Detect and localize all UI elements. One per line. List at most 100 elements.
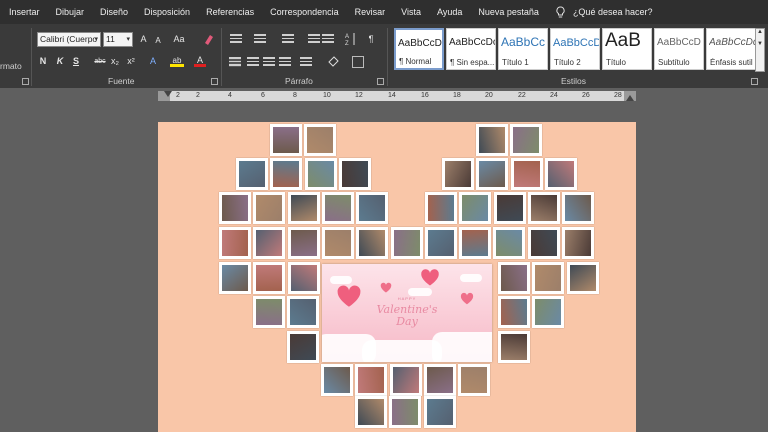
collage-photo[interactable] (424, 227, 457, 259)
collage-photo[interactable] (562, 192, 595, 224)
collage-photo[interactable] (532, 262, 565, 294)
collage-photo[interactable] (562, 227, 594, 259)
collage-photo[interactable] (390, 227, 423, 259)
tell-me-box[interactable]: ¿Qué desea hacer? (555, 5, 653, 19)
collage-photo[interactable] (219, 227, 251, 259)
collage-photo[interactable] (459, 227, 492, 259)
collage-photo[interactable] (270, 158, 303, 190)
collage-photo[interactable] (253, 262, 286, 294)
tab-insertar[interactable]: Insertar (0, 0, 48, 24)
collage-photo[interactable] (389, 396, 422, 428)
tab-vista[interactable]: Vista (393, 0, 429, 24)
tab-nueva-pestana[interactable]: Nueva pestaña (470, 0, 547, 24)
collage-photo[interactable] (425, 192, 457, 224)
increase-indent-icon[interactable] (322, 34, 334, 44)
line-spacing-icon[interactable] (300, 57, 312, 67)
collage-photo[interactable] (338, 158, 371, 190)
style-subtitle[interactable]: AaBbCcD Subtítulo (654, 28, 704, 70)
tab-diseno[interactable]: Diseño (92, 0, 136, 24)
styles-launcher-icon[interactable] (751, 78, 758, 85)
text-effects-button[interactable]: A (147, 55, 159, 68)
collage-photo[interactable] (253, 227, 286, 259)
font-launcher-icon[interactable] (211, 78, 218, 85)
borders-icon[interactable] (352, 56, 364, 68)
strikethrough-button[interactable]: abc (93, 55, 107, 68)
change-case-button[interactable]: Aa (171, 33, 187, 46)
collage-photo[interactable] (498, 331, 530, 363)
bold-button[interactable]: N (38, 55, 48, 68)
styles-scroll[interactable]: ▲ ▼ (755, 28, 765, 72)
tab-dibujar[interactable]: Dibujar (48, 0, 93, 24)
collage-photo[interactable] (510, 158, 543, 190)
font-color-button[interactable]: A (194, 54, 206, 67)
style-title[interactable]: AaB Título (602, 28, 652, 70)
collage-photo[interactable] (356, 227, 389, 259)
style-subtle-emphasis[interactable]: AaBbCcDc Énfasis sutil (706, 28, 756, 70)
collage-photo[interactable] (270, 124, 302, 156)
collage-photo[interactable] (544, 158, 577, 190)
horizontal-ruler[interactable]: 2 2 4 6 8 10 12 14 16 18 20 22 24 26 28 (158, 91, 636, 101)
multilevel-list-icon[interactable] (282, 34, 294, 44)
collage-photo[interactable] (389, 364, 422, 396)
clipboard-launcher-icon[interactable] (22, 78, 29, 85)
tab-correspondencia[interactable]: Correspondencia (262, 0, 347, 24)
underline-button[interactable]: S (71, 55, 81, 68)
collage-photo[interactable] (532, 296, 565, 328)
align-left-icon[interactable] (229, 57, 241, 67)
shrink-font-button[interactable]: A (153, 34, 163, 47)
align-center-icon[interactable] (247, 57, 259, 67)
italic-button[interactable]: K (55, 55, 65, 68)
collage-photo[interactable] (219, 192, 251, 224)
paragraph-launcher-icon[interactable] (377, 78, 384, 85)
style-no-spacing[interactable]: AaBbCcDc ¶ Sin espa... (446, 28, 496, 70)
collage-photo[interactable] (356, 192, 389, 224)
highlight-button[interactable]: ab (170, 54, 184, 67)
collage-photo[interactable] (304, 158, 337, 190)
collage-photo[interactable] (253, 192, 286, 224)
justify-icon[interactable] (279, 57, 291, 67)
font-size-select[interactable]: 11 ▾ (103, 32, 133, 47)
collage-photo[interactable] (498, 296, 530, 328)
font-family-select[interactable]: Calibri (Cuerpo ▾ (37, 32, 101, 47)
collage-photo[interactable] (287, 262, 320, 294)
right-indent-icon[interactable] (626, 95, 634, 101)
tab-disposicion[interactable]: Disposición (136, 0, 198, 24)
collage-photo[interactable] (321, 192, 354, 224)
collage-photo[interactable] (423, 396, 456, 428)
collage-photo[interactable] (253, 296, 285, 328)
collage-photo[interactable] (355, 396, 387, 428)
collage-photo[interactable] (476, 124, 508, 156)
collage-photo[interactable] (287, 227, 320, 259)
collage-photo[interactable] (287, 296, 320, 328)
clear-formatting-icon[interactable] (203, 33, 215, 45)
bullets-icon[interactable] (230, 34, 242, 44)
subscript-button[interactable]: x₂ (109, 55, 121, 68)
tab-referencias[interactable]: Referencias (198, 0, 262, 24)
numbering-icon[interactable] (254, 34, 266, 44)
style-normal[interactable]: AaBbCcDc ¶ Normal (394, 28, 444, 70)
grow-font-button[interactable]: A (138, 33, 149, 46)
document-page[interactable]: HAPPY Valentine's Day (158, 122, 636, 432)
superscript-button[interactable]: x² (125, 55, 137, 68)
collage-photo[interactable] (442, 158, 474, 190)
collage-photo[interactable] (493, 192, 526, 224)
collage-photo[interactable] (527, 192, 560, 224)
collage-photo[interactable] (321, 364, 353, 396)
tab-revisar[interactable]: Revisar (347, 0, 394, 24)
collage-photo[interactable] (219, 262, 251, 294)
collage-photo[interactable] (355, 364, 388, 396)
decrease-indent-icon[interactable] (308, 34, 320, 44)
collage-photo[interactable] (321, 227, 354, 259)
indent-marker-icon[interactable] (164, 91, 172, 97)
collage-photo[interactable] (304, 124, 337, 156)
collage-photo[interactable] (476, 158, 509, 190)
collage-photo[interactable] (236, 158, 268, 190)
collage-photo[interactable] (493, 227, 526, 259)
collage-photo[interactable] (566, 262, 599, 294)
sort-icon[interactable]: AZ (345, 32, 357, 46)
collage-photo[interactable] (287, 331, 319, 363)
collage-photo[interactable] (423, 364, 456, 396)
align-right-icon[interactable] (263, 57, 275, 67)
style-heading-2[interactable]: AaBbCcD Título 2 (550, 28, 600, 70)
collage-photo[interactable] (287, 192, 320, 224)
